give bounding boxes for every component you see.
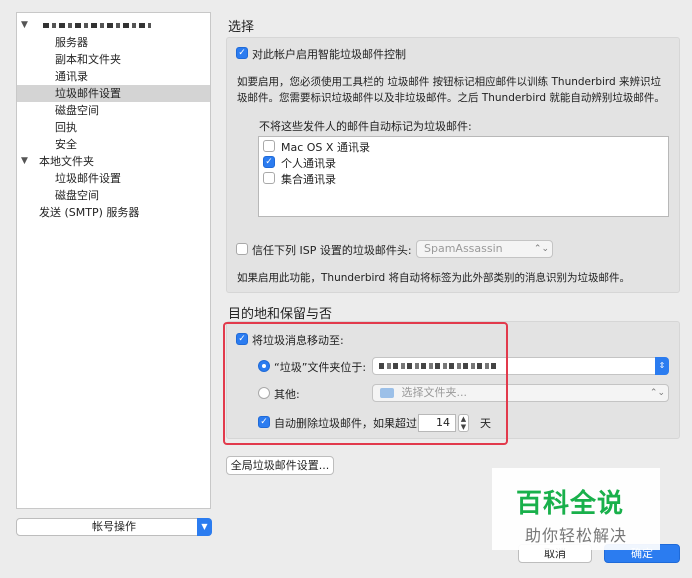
sidebar-item-label: 发送 (SMTP) 服务器 [39,206,140,219]
sidebar-item-label: 本地文件夹 [39,155,94,168]
sidebar-item-local-folders[interactable]: ▼ 本地文件夹 [17,153,210,170]
updown-arrows-icon: ⇕ [655,357,669,375]
sidebar-item-security[interactable]: 安全 [17,136,210,153]
junk-description-line1: 如要启用，您必须使用工具栏的 垃圾邮件 按钮标记相应邮件以训练 Thunderb… [237,76,662,88]
whitelist-label: 不将这些发件人的邮件自动标记为垃圾邮件: [259,120,472,133]
whitelist-item-label[interactable]: Mac OS X 通讯录 [281,139,370,155]
updown-arrows-icon: ⌃⌄ [533,244,549,254]
sidebar-item-junk-settings[interactable]: 垃圾邮件设置 [17,85,210,102]
sidebar-item-label: 服务器 [55,36,88,49]
sidebar-item-local-junk-settings[interactable]: 垃圾邮件设置 [17,170,210,187]
enable-junk-label[interactable]: 对此帐户启用智能垃圾邮件控制 [252,46,406,62]
disclosure-triangle-icon[interactable]: ▼ [21,153,28,170]
sidebar-item-label: 副本和文件夹 [55,53,121,66]
isp-header-value: SpamAssassin [424,242,503,255]
disclosure-triangle-icon[interactable]: ▼ [21,17,28,34]
sidebar-item-local-disk-space[interactable]: 磁盘空间 [17,187,210,204]
tree-account-row[interactable]: ▼ [17,17,210,34]
sidebar-item-receipts[interactable]: 回执 [17,119,210,136]
sidebar-item-copies-folders[interactable]: 副本和文件夹 [17,51,210,68]
sidebar-item-label: 磁盘空间 [55,189,99,202]
whitelist-checkbox-collected[interactable] [263,172,275,184]
sidebar-item-label: 回执 [55,121,77,134]
account-name-obscured [43,23,151,28]
sidebar-item-label: 磁盘空间 [55,104,99,117]
whitelist-item-label[interactable]: 集合通讯录 [281,171,336,187]
trust-isp-checkbox[interactable] [236,243,248,255]
sidebar-item-smtp[interactable]: 发送 (SMTP) 服务器 [17,204,210,221]
sidebar-item-addressbook[interactable]: 通讯录 [17,68,210,85]
sidebar-item-label: 通讯录 [55,70,88,83]
whitelist-checkbox-personal[interactable]: ✓ [263,156,275,168]
account-actions-dropdown[interactable]: 帐号操作 ▼ [16,518,212,536]
sidebar-item-label: 垃圾邮件设置 [55,172,121,185]
global-junk-settings-button[interactable]: 全局垃圾邮件设置... [226,456,334,475]
enable-junk-checkbox[interactable]: ✓ [236,47,248,59]
watermark-subtitle: 助你轻松解决 [525,526,628,545]
account-tree[interactable]: ▼ 服务器 副本和文件夹 通讯录 垃圾邮件设置 磁盘空间 回执 安全 ▼ 本地文… [16,12,211,509]
isp-note: 如果启用此功能，Thunderbird 将自动将标签为此外部类别的消息识别为垃圾… [237,272,631,284]
annotation-highlight-box [223,322,508,445]
sidebar-item-server[interactable]: 服务器 [17,34,210,51]
whitelist-list[interactable]: Mac OS X 通讯录 ✓ 个人通讯录 集合通讯录 [258,136,669,217]
section-title-destination: 目的地和保留与否 [228,307,333,322]
whitelist-item-label[interactable]: 个人通讯录 [281,155,336,171]
whitelist-checkbox-macosx[interactable] [263,140,275,152]
chevron-down-icon: ▼ [197,518,212,536]
sidebar-item-disk-space[interactable]: 磁盘空间 [17,102,210,119]
updown-arrows-icon: ⌃⌄ [649,388,665,398]
junk-description-line2: 圾邮件。您需要标识垃圾邮件以及非垃圾邮件。之后 Thunderbird 就能自动… [237,92,665,104]
sidebar-item-label: 安全 [55,138,77,151]
section-title-selection: 选择 [228,20,255,35]
isp-header-select[interactable]: SpamAssassin ⌃⌄ [416,240,553,258]
sidebar-item-label: 垃圾邮件设置 [55,87,121,100]
account-actions-label: 帐号操作 [92,520,136,533]
trust-isp-label[interactable]: 信任下列 ISP 设置的垃圾邮件头: [252,242,412,258]
watermark-title: 百科全说 [516,489,625,519]
